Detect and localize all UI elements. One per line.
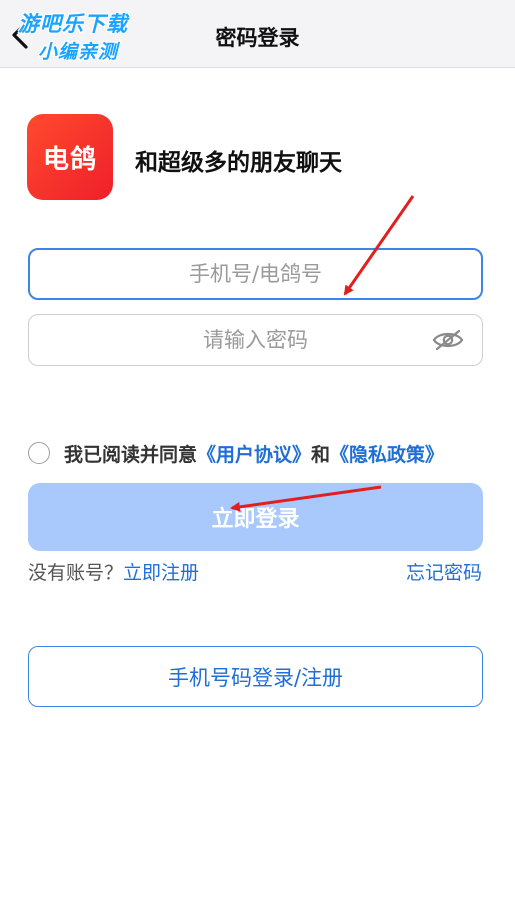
password-input[interactable] <box>29 328 482 352</box>
eye-off-icon[interactable] <box>432 328 464 352</box>
phone-login-button[interactable]: 手机号码登录/注册 <box>28 646 483 707</box>
app-slogan: 和超级多的朋友聊天 <box>135 150 342 176</box>
top-bar: 游吧乐下载 小编亲测 密码登录 <box>0 0 515 68</box>
app-logo-text: 电鸽 <box>42 144 97 175</box>
register-prompt: 没有账号？ <box>28 562 124 584</box>
agreement-checkbox[interactable] <box>28 442 50 464</box>
password-field[interactable] <box>28 314 483 366</box>
register-row: 没有账号？立即注册 <box>28 558 199 585</box>
agreement-prefix: 我已阅读并同意 <box>64 443 198 466</box>
register-link[interactable]: 立即注册 <box>123 562 199 584</box>
phone-field[interactable] <box>28 248 483 300</box>
app-logo: 电鸽 <box>27 114 113 200</box>
login-button[interactable]: 立即登录 <box>28 483 483 551</box>
phone-input[interactable] <box>30 262 481 286</box>
page-title: 密码登录 <box>215 26 300 50</box>
agreement-row: 我已阅读并同意 《用户协议》 和 《隐私政策》 <box>28 439 444 467</box>
privacy-policy-link[interactable]: 《隐私政策》 <box>330 440 444 467</box>
forgot-password-link[interactable]: 忘记密码 <box>406 558 482 585</box>
user-agreement-link[interactable]: 《用户协议》 <box>197 440 311 467</box>
agreement-and: 和 <box>311 443 331 466</box>
